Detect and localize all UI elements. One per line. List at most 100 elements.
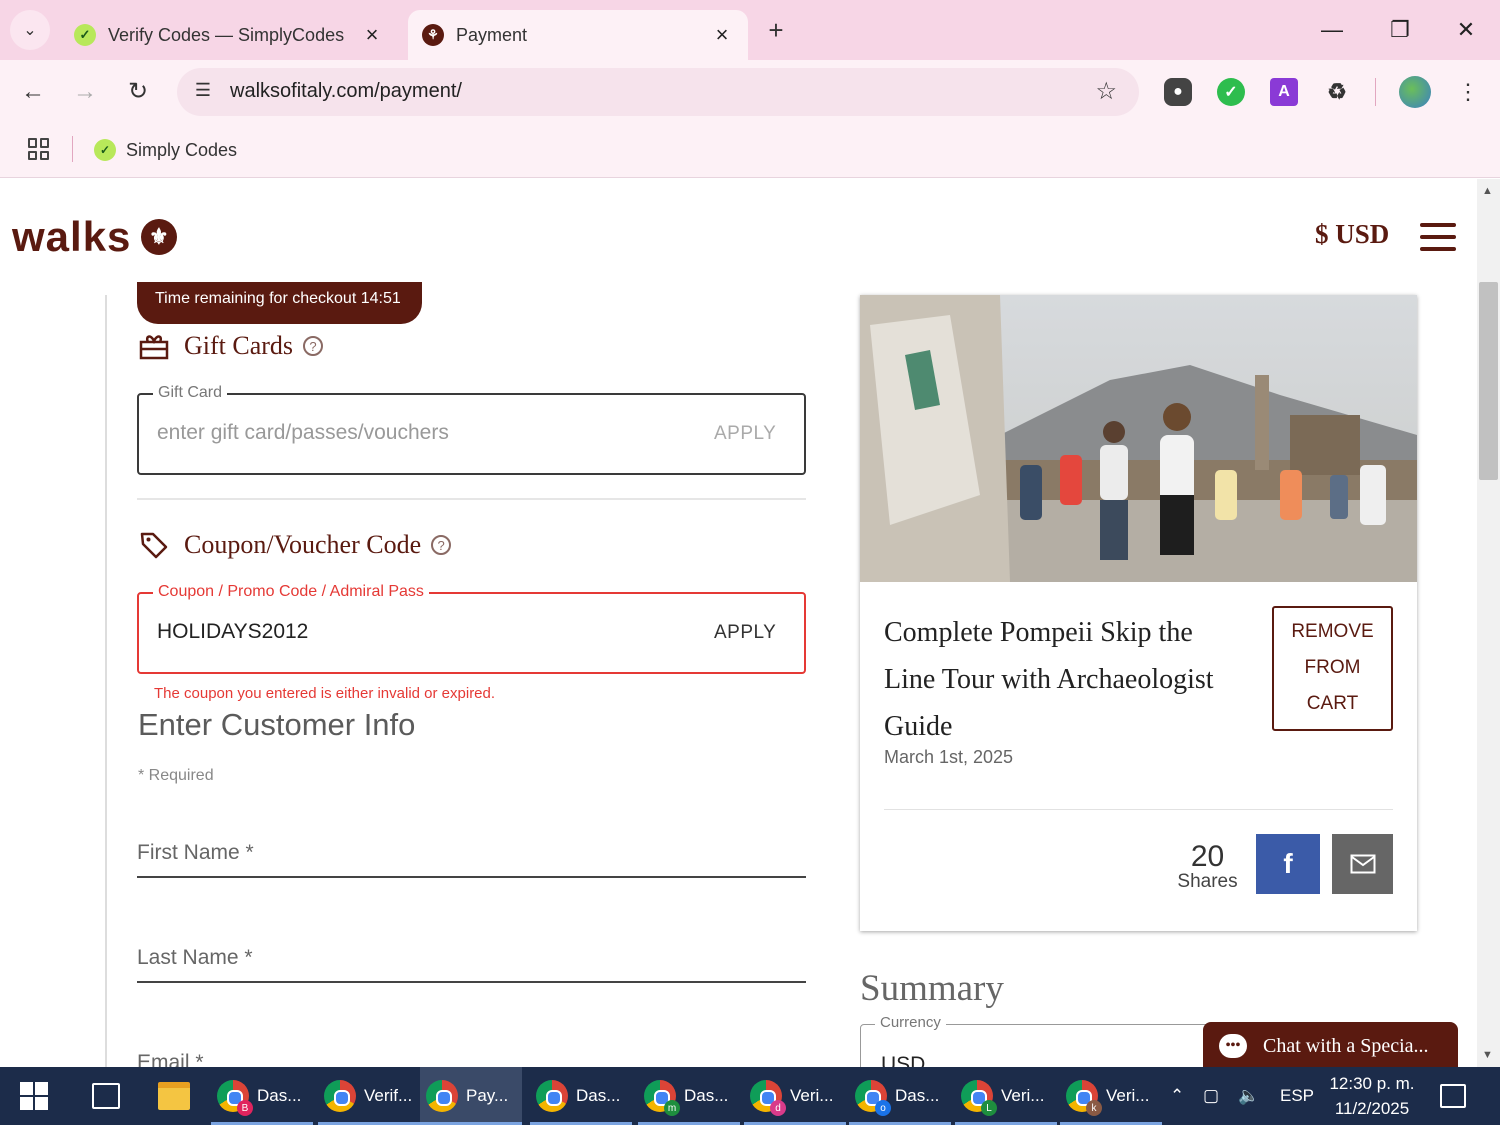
chat-button[interactable]: ••• Chat with a Specia... [1203,1022,1458,1067]
last-name-input[interactable] [137,981,806,983]
taskbar-app[interactable]: Das... [530,1067,632,1125]
chevron-down-icon: ⌄ [23,22,37,39]
a-extension-icon[interactable]: A [1270,78,1298,106]
taskbar-app-label: Pay... [466,1086,509,1105]
windows-taskbar: B Das... Verif... Pay... Das... m Das...… [0,1067,1500,1125]
profile-badge: k [1086,1100,1102,1116]
check-extension-icon[interactable]: ✓ [1217,78,1245,106]
tab-title: Payment [456,24,528,45]
bookmark-simply-codes[interactable]: ✓ Simply Codes [94,136,237,164]
tab-search-button[interactable]: ⌄ [10,10,50,50]
currency-value[interactable]: USD [881,1053,925,1067]
site-info-icon[interactable]: ☰ [191,80,215,104]
gift-card-input[interactable]: enter gift card/passes/vouchers [157,421,449,445]
gift-icon [138,330,170,362]
chrome-icon: k [1066,1080,1102,1116]
tour-title[interactable]: Complete Pompeii Skip the Line Tour with… [884,609,1244,750]
site-logo[interactable]: walks ⚜ [12,213,178,261]
tab-verify-codes[interactable]: ✓ Verify Codes — SimplyCodes × [60,10,398,60]
coupon-input[interactable]: HOLIDAYS2012 [157,620,308,644]
taskbar-app-active[interactable]: Pay... [420,1067,522,1125]
remove-label-3: CART [1306,693,1359,714]
taskbar-app-label: Das... [576,1086,621,1105]
clock-time: 12:30 p. m. [1329,1074,1415,1093]
file-explorer-icon[interactable] [158,1082,190,1110]
taskbar-app[interactable]: Verif... [318,1067,420,1125]
coupon-legend: Coupon / Promo Code / Admiral Pass [153,583,429,601]
help-icon[interactable]: ? [431,535,452,555]
coupon-error-message: The coupon you entered is either invalid… [154,685,496,702]
currency-selector[interactable]: $ USD [1315,219,1389,250]
taskbar-app[interactable]: k Veri... [1060,1067,1162,1125]
close-icon[interactable]: × [360,22,384,48]
tab-payment[interactable]: ⚘ Payment × [408,10,748,60]
taskbar-app[interactable]: L Veri... [955,1067,1057,1125]
system-clock[interactable]: 12:30 p. m. 11/2/2025 [1322,1071,1422,1121]
task-view-icon[interactable] [92,1083,120,1109]
facebook-share-button[interactable]: f [1256,834,1320,894]
summary-title: Summary [860,968,1004,1009]
remove-from-cart-button[interactable]: REMOVE FROM CART [1272,606,1393,731]
scrollbar-thumb[interactable] [1479,282,1498,480]
volume-icon[interactable]: 🔈 [1238,1067,1259,1125]
gift-cards-heading: Gift Cards ? [138,330,324,362]
chrome-icon: L [961,1080,997,1116]
language-indicator[interactable]: ESP [1280,1067,1314,1125]
menu-kebab-icon[interactable]: ⋮ [1450,74,1486,110]
required-note: * Required [138,767,214,784]
clock-date: 11/2/2025 [1334,1099,1410,1118]
restore-button[interactable]: ❐ [1380,12,1420,48]
gift-card-apply-button[interactable]: APPLY [714,423,776,445]
profile-badge: m [664,1100,680,1116]
close-window-button[interactable]: ✕ [1446,12,1486,48]
robot-extension-icon[interactable]: ● [1164,78,1192,106]
gift-cards-title: Gift Cards [184,331,294,360]
cart-item-card: Complete Pompeii Skip the Line Tour with… [860,295,1417,931]
new-tab-button[interactable]: + [760,14,792,46]
page-content: walks ⚜ $ USD Time remaining for checkou… [0,179,1477,1067]
card-divider [884,809,1393,810]
back-button[interactable]: ← [15,74,51,110]
left-border [105,295,107,1067]
network-icon[interactable]: ▢ [1203,1067,1219,1125]
section-divider [137,498,806,500]
remove-label-2: FROM [1304,657,1361,678]
taskbar-app[interactable]: o Das... [849,1067,951,1125]
coupon-apply-button[interactable]: APPLY [714,622,776,644]
first-name-input[interactable] [137,876,806,878]
remove-label-1: REMOVE [1291,621,1374,642]
show-hidden-icons[interactable]: ⌃ [1170,1067,1184,1125]
help-icon[interactable]: ? [303,336,324,356]
tab-title: Verify Codes — SimplyCodes [108,24,345,45]
scroll-down-arrow-icon[interactable]: ▼ [1482,1049,1493,1061]
minimize-button[interactable]: — [1312,12,1352,48]
forward-button[interactable]: → [67,74,103,110]
tab-strip: ⌄ ✓ Verify Codes — SimplyCodes × ⚘ Payme… [0,0,1500,60]
email-share-button[interactable] [1332,834,1393,894]
profile-badge: o [875,1100,891,1116]
bookmark-star-icon[interactable]: ☆ [1095,77,1117,106]
hamburger-menu-icon[interactable] [1420,223,1456,251]
url-text[interactable]: walksofitaly.com/payment/ [230,80,462,103]
windows-start-icon[interactable] [20,1082,48,1110]
reload-button[interactable]: ↻ [120,74,156,110]
mail-icon [1350,854,1375,874]
gift-card-field[interactable]: Gift Card enter gift card/passes/voucher… [137,384,806,475]
profile-avatar[interactable] [1399,76,1431,108]
chrome-icon [426,1080,458,1112]
close-icon[interactable]: × [710,22,734,48]
coupon-field[interactable]: Coupon / Promo Code / Admiral Pass HOLID… [137,583,806,674]
share-count: 20 Shares [1170,842,1245,893]
apps-grid-icon[interactable] [28,138,50,160]
page-scrollbar[interactable]: ▲ ▼ [1477,179,1500,1067]
taskbar-app[interactable]: m Das... [638,1067,740,1125]
notifications-icon[interactable] [1440,1084,1466,1108]
chrome-icon: m [644,1080,680,1116]
chrome-icon: d [750,1080,786,1116]
chrome-icon: o [855,1080,891,1116]
scroll-up-arrow-icon[interactable]: ▲ [1482,185,1493,197]
extensions-puzzle-icon[interactable]: ♻ [1323,78,1351,106]
taskbar-app[interactable]: B Das... [211,1067,313,1125]
address-bar[interactable]: ☰ walksofitaly.com/payment/ ☆ [177,68,1139,116]
taskbar-app[interactable]: d Veri... [744,1067,846,1125]
